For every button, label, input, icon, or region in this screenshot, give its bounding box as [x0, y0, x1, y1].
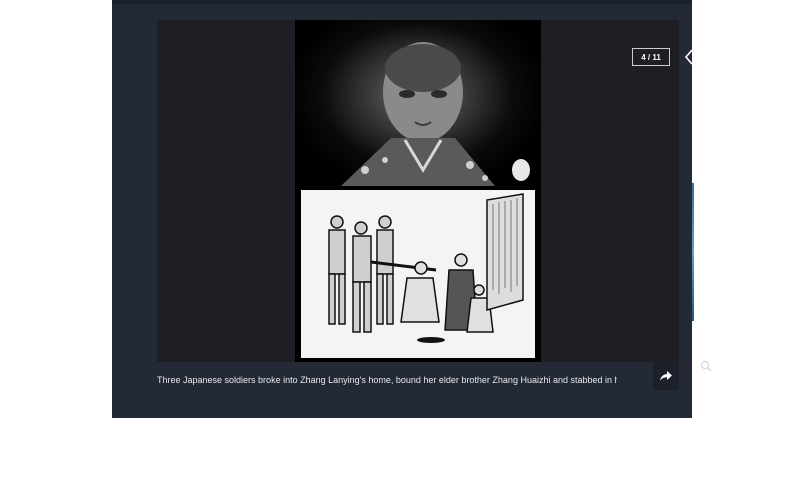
gallery-photo[interactable]: [295, 20, 541, 362]
chevron-left-icon: [684, 49, 693, 65]
chevron-right-icon: [706, 49, 715, 65]
portrait-illustration: [341, 42, 530, 186]
share-button[interactable]: [653, 362, 679, 390]
previous-button[interactable]: [682, 48, 696, 66]
image-gallery: 4 / 11 Three Japanese soldiers broke int…: [112, 0, 715, 418]
slide-counter: 4 / 11: [632, 48, 670, 66]
soldiers-illustration: [301, 190, 535, 358]
search-icon: [700, 360, 712, 372]
next-button[interactable]: [703, 48, 717, 66]
gallery-top-bar: [112, 0, 692, 4]
image-caption: Three Japanese soldiers broke into Zhang…: [157, 375, 617, 385]
share-icon: [660, 371, 672, 381]
zoom-button[interactable]: [698, 358, 714, 374]
illustration-panel: [299, 188, 537, 360]
right-side-content: [692, 0, 800, 478]
gallery-stage: 4 / 11: [157, 20, 715, 372]
portrait-photo: [295, 20, 541, 186]
